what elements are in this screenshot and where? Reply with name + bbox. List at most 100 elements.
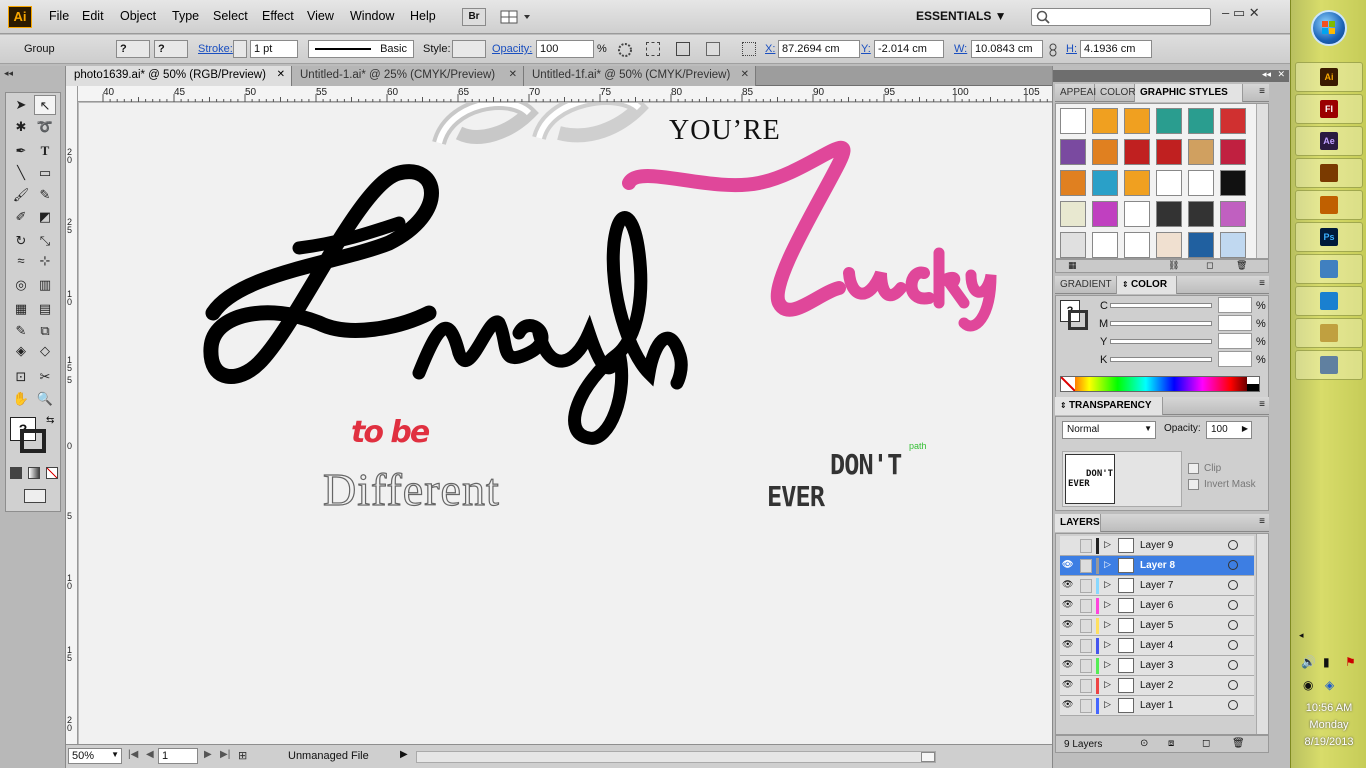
layer-row[interactable]: 👁 ▷ Layer 5 — [1060, 616, 1254, 636]
column-graph-tool-icon[interactable]: ▥ — [34, 275, 56, 295]
mesh-tool-icon[interactable]: ▦ — [10, 299, 32, 319]
visibility-eye-icon[interactable]: 👁 — [1062, 599, 1076, 613]
graphic-style-swatch[interactable] — [1124, 170, 1150, 196]
collapse-icon[interactable]: ◂◂ — [1262, 69, 1271, 80]
object-thumbnail[interactable]: DON'T EVER — [1065, 454, 1115, 504]
graphic-style-swatch[interactable] — [1156, 108, 1182, 134]
menu-window[interactable]: Window — [350, 9, 394, 23]
dropbox-icon[interactable]: ◈ — [1325, 678, 1334, 692]
white-swatch[interactable] — [1247, 377, 1259, 384]
w-label[interactable]: W: — [954, 43, 967, 55]
close-icon[interactable]: ✕ — [1277, 69, 1285, 80]
taskbar-app-button[interactable] — [1295, 286, 1363, 316]
magenta-slider[interactable] — [1110, 321, 1212, 326]
target-circle-icon[interactable] — [1228, 700, 1238, 710]
magic-wand-tool-icon[interactable]: ✱ — [10, 117, 32, 137]
tab-graphic-styles[interactable]: GRAPHIC STYLES — [1135, 84, 1243, 102]
taskbar-app-button[interactable]: Fl — [1295, 94, 1363, 124]
none-color-icon[interactable] — [1061, 377, 1075, 391]
taskbar-app-button[interactable]: Ps — [1295, 222, 1363, 252]
layer-name[interactable]: Layer 7 — [1140, 580, 1173, 591]
align-icon[interactable] — [646, 42, 660, 56]
lock-toggle[interactable] — [1080, 599, 1092, 613]
pencil-tool-icon[interactable]: ✎ — [34, 185, 56, 205]
h-field[interactable]: 4.1936 cm — [1080, 40, 1152, 58]
line-tool-icon[interactable]: ╲ — [10, 163, 32, 183]
visibility-eye-icon[interactable]: 👁 — [1062, 559, 1076, 573]
next-page-icon[interactable]: ▶ — [204, 749, 212, 760]
close-icon[interactable]: ✕ — [741, 69, 749, 80]
dont-text[interactable]: DON'T — [830, 448, 902, 481]
close-icon[interactable]: ✕ — [509, 69, 517, 80]
target-circle-icon[interactable] — [1228, 640, 1238, 650]
expand-triangle-icon[interactable]: ▷ — [1104, 699, 1111, 710]
arrange-documents-button[interactable] — [498, 8, 534, 26]
color-spectrum-bar[interactable] — [1060, 376, 1260, 392]
status-menu-icon[interactable]: ⊞ — [238, 749, 247, 762]
graphic-style-swatch[interactable] — [1060, 139, 1086, 165]
vertical-ruler[interactable]: 2 0 2 5 1 0 1 5 5 0 5 1 0 1 5 2 0 — [66, 86, 78, 744]
eraser-tool-icon[interactable]: ◩ — [34, 207, 56, 227]
reference-point-icon[interactable] — [742, 42, 756, 56]
graphic-style-swatch[interactable] — [1220, 170, 1246, 196]
invert-mask-checkbox[interactable] — [1188, 479, 1199, 490]
h-label[interactable]: H: — [1066, 43, 1077, 55]
horizontal-scrollbar[interactable] — [416, 751, 936, 763]
graphic-style-swatch[interactable] — [1124, 232, 1150, 258]
style-libraries-icon[interactable]: ▦ — [1068, 260, 1077, 271]
tab-untitled-1[interactable]: Untitled-1.ai* @ 25% (CMYK/Preview) ✕ — [292, 66, 524, 86]
lock-toggle[interactable] — [1080, 559, 1092, 573]
black-swatch[interactable] — [1247, 384, 1259, 391]
layer-row[interactable]: 👁 ▷ Layer 1 — [1060, 696, 1254, 716]
graphic-style-swatch[interactable] — [1124, 201, 1150, 227]
new-layer-icon[interactable]: ◻ — [1202, 738, 1210, 749]
fill-mode-gradient-icon[interactable] — [28, 467, 40, 479]
layer-row[interactable]: 👁 ▷ Layer 3 — [1060, 656, 1254, 676]
close-icon[interactable]: ✕ — [277, 69, 285, 80]
layer-row[interactable]: 👁 ▷ Layer 7 — [1060, 576, 1254, 596]
graphic-style-swatch[interactable] — [1092, 139, 1118, 165]
rotate-tool-icon[interactable]: ↻ — [10, 231, 32, 251]
target-circle-icon[interactable] — [1228, 620, 1238, 630]
stroke-color-icon[interactable] — [20, 429, 46, 453]
swap-colors-icon[interactable]: ⇆ — [46, 415, 54, 426]
tray-app-icon[interactable]: ◉ — [1303, 678, 1313, 692]
target-circle-icon[interactable] — [1228, 540, 1238, 550]
layers-scrollbar[interactable] — [1256, 534, 1268, 734]
opacity-label[interactable]: Opacity: — [492, 43, 532, 55]
gs-scrollbar[interactable] — [1256, 104, 1268, 258]
taskbar-app-button[interactable] — [1295, 158, 1363, 188]
target-circle-icon[interactable] — [1228, 680, 1238, 690]
graphic-style-swatch[interactable] — [1156, 201, 1182, 227]
menu-edit[interactable]: Edit — [82, 9, 104, 23]
taskbar-app-button[interactable] — [1295, 190, 1363, 220]
target-circle-icon[interactable] — [1228, 660, 1238, 670]
expand-triangle-icon[interactable]: ▷ — [1104, 639, 1111, 650]
horizontal-ruler[interactable]: 40 45 50 55 60 65 70 75 80 85 90 95 100 … — [78, 86, 1052, 102]
tab-appearance[interactable]: APPEAI — [1055, 84, 1096, 102]
graphic-style-swatch[interactable] — [1156, 139, 1182, 165]
delete-style-icon[interactable]: 🗑 — [1236, 260, 1247, 271]
graphic-style-swatch[interactable] — [1060, 170, 1086, 196]
symbol-sprayer-tool-icon[interactable]: ◎ — [10, 275, 32, 295]
graphic-style-swatch[interactable] — [1092, 108, 1118, 134]
layer-name[interactable]: Layer 4 — [1140, 640, 1173, 651]
live-paint-selection-icon[interactable]: ◇ — [34, 341, 56, 361]
graphic-style-swatch[interactable] — [1060, 232, 1086, 258]
layer-name[interactable]: Layer 1 — [1140, 700, 1173, 711]
first-page-icon[interactable]: |◀ — [128, 749, 138, 760]
selection-tool-icon[interactable]: ➤ — [10, 95, 32, 115]
graphic-style-swatch[interactable] — [1188, 139, 1214, 165]
status-arrow-icon[interactable]: ▶ — [400, 749, 408, 760]
taskbar-app-button[interactable]: Ae — [1295, 126, 1363, 156]
expand-triangle-icon[interactable]: ▷ — [1104, 679, 1111, 690]
expand-triangle-icon[interactable]: ▷ — [1104, 539, 1111, 550]
new-style-icon[interactable]: ◻ — [1206, 260, 1213, 271]
ever-text[interactable]: EVER — [767, 480, 825, 513]
transparency-opacity-field[interactable]: 100 ▶ — [1206, 421, 1252, 439]
opacity-field[interactable]: 100 — [536, 40, 594, 58]
clipping-mask-icon[interactable]: ⧈ — [1168, 738, 1174, 749]
live-paint-bucket-icon[interactable]: ◈ — [10, 341, 32, 361]
paintbrush-tool-icon[interactable]: 🖌 — [10, 185, 32, 205]
prev-page-icon[interactable]: ◀ — [146, 749, 154, 760]
